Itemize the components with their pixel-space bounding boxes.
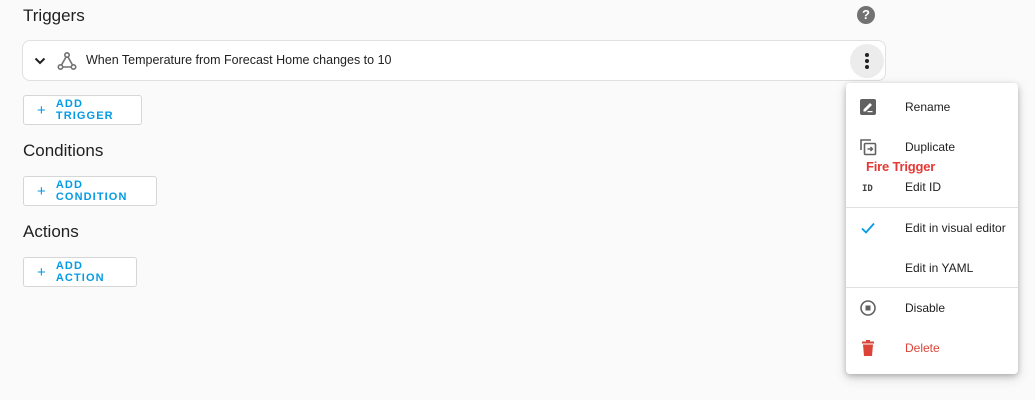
id-icon: ID	[862, 184, 873, 194]
help-icon[interactable]: ?	[857, 6, 875, 24]
menu-item-rename[interactable]: Rename	[846, 87, 1018, 127]
menu-item-visual-editor[interactable]: Edit in visual editor	[846, 208, 1018, 248]
trigger-overflow-menu: Rename Duplicate ID Edit ID Edit in visu…	[846, 83, 1018, 374]
menu-item-label: Edit ID	[905, 180, 942, 194]
kebab-dot	[865, 53, 869, 57]
plus-icon: +	[37, 182, 47, 200]
disable-icon	[860, 300, 876, 316]
kebab-dot	[865, 65, 869, 69]
menu-item-label: Delete	[905, 341, 940, 355]
plus-icon: +	[37, 101, 47, 119]
rename-icon	[860, 99, 876, 115]
actions-heading: Actions	[23, 222, 79, 241]
duplicate-icon	[860, 139, 877, 156]
trigger-card[interactable]: When Temperature from Forecast Home chan…	[22, 40, 886, 81]
conditions-heading: Conditions	[23, 141, 104, 160]
triggers-heading: Triggers	[23, 6, 85, 25]
add-action-label: ADD ACTION	[55, 260, 105, 284]
svg-text:ID: ID	[862, 184, 873, 194]
check-icon	[861, 222, 875, 234]
menu-item-disable[interactable]: Disable	[846, 288, 1018, 328]
plus-icon: +	[37, 263, 47, 281]
menu-item-delete[interactable]: Delete	[846, 328, 1018, 368]
add-condition-button[interactable]: + ADD CONDITION	[23, 176, 157, 206]
add-trigger-button[interactable]: + ADD TRIGGER	[23, 95, 142, 125]
menu-item-label: Edit in visual editor	[905, 221, 1006, 235]
trigger-label: When Temperature from Forecast Home chan…	[86, 53, 392, 67]
hub-icon	[57, 51, 77, 71]
fire-trigger-tooltip: Fire Trigger	[866, 159, 936, 174]
menu-item-label: Disable	[905, 301, 946, 315]
add-trigger-label: ADD TRIGGER	[55, 98, 114, 122]
menu-item-yaml[interactable]: Edit in YAML	[846, 248, 1018, 288]
delete-icon	[862, 340, 874, 356]
add-condition-label: ADD CONDITION	[55, 179, 128, 203]
menu-item-label: Duplicate	[905, 140, 956, 154]
menu-item-label: Edit in YAML	[905, 261, 974, 275]
trigger-menu-button[interactable]	[850, 44, 884, 78]
chevron-down-icon[interactable]	[33, 54, 47, 68]
kebab-dot	[865, 59, 869, 63]
automation-editor: Triggers ? When Temperature from Forecas…	[0, 0, 1035, 400]
add-action-button[interactable]: + ADD ACTION	[23, 257, 137, 287]
menu-item-label: Rename	[905, 100, 951, 114]
